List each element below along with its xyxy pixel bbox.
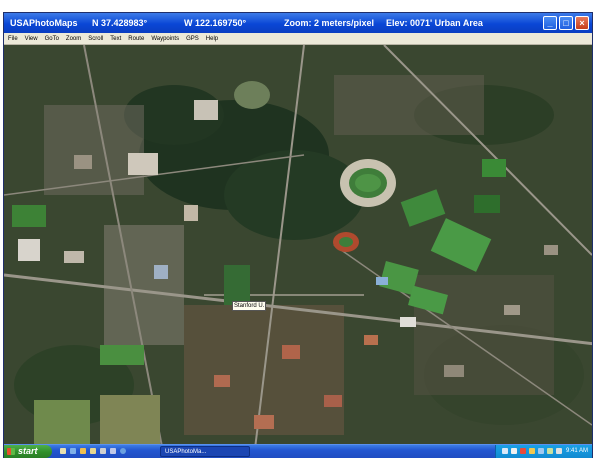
- menu-waypoints[interactable]: Waypoints: [151, 33, 179, 45]
- app-icon[interactable]: [110, 448, 116, 454]
- close-button[interactable]: ×: [575, 16, 589, 30]
- app-icon[interactable]: [547, 448, 553, 454]
- task-button-usaphotomaps[interactable]: USAPhotoMa...: [160, 446, 250, 457]
- app-window: USAPhotoMaps N 37.428983° W 122.169750° …: [4, 13, 592, 457]
- aerial-photo[interactable]: [4, 45, 592, 457]
- title-bar[interactable]: USAPhotoMaps N 37.428983° W 122.169750° …: [4, 13, 592, 33]
- menu-help[interactable]: Help: [206, 33, 218, 45]
- menu-goto[interactable]: GoTo: [45, 33, 59, 45]
- taskbar: start USAPhotoMa... 9:41 AM: [4, 444, 592, 458]
- elevation-readout: Elev: 0071' Urban Area: [386, 18, 483, 28]
- clock[interactable]: 9:41 AM: [566, 445, 588, 458]
- volume-icon[interactable]: [511, 448, 517, 454]
- latitude-readout: N 37.428983°: [92, 18, 148, 28]
- system-tray: 9:41 AM: [495, 445, 592, 458]
- app-icon[interactable]: [538, 448, 544, 454]
- windows-flag-icon: [7, 448, 15, 455]
- globe-icon[interactable]: [120, 448, 126, 454]
- menu-file[interactable]: File: [8, 33, 18, 45]
- media-icon[interactable]: [80, 448, 86, 454]
- maximize-button[interactable]: □: [559, 16, 573, 30]
- minimize-button[interactable]: _: [543, 16, 557, 30]
- zoom-readout: Zoom: 2 meters/pixel: [284, 18, 375, 28]
- menu-zoom[interactable]: Zoom: [66, 33, 81, 45]
- menu-scroll[interactable]: Scroll: [88, 33, 103, 45]
- start-label: start: [18, 446, 38, 456]
- menu-bar: File View GoTo Zoom Scroll Text Route Wa…: [4, 33, 592, 45]
- menu-gps[interactable]: GPS: [186, 33, 199, 45]
- security-icon[interactable]: [520, 448, 526, 454]
- app-icon[interactable]: [556, 448, 562, 454]
- longitude-readout: W 122.169750°: [184, 18, 247, 28]
- menu-route[interactable]: Route: [128, 33, 144, 45]
- aerial-map-view[interactable]: Stanford U.: [4, 45, 592, 457]
- place-label: Stanford U.: [232, 301, 267, 311]
- menu-text[interactable]: Text: [110, 33, 121, 45]
- start-button[interactable]: start: [4, 445, 52, 458]
- folder-icon[interactable]: [90, 448, 96, 454]
- network-icon[interactable]: [502, 448, 508, 454]
- app-icon[interactable]: [100, 448, 106, 454]
- update-icon[interactable]: [529, 448, 535, 454]
- browser-icon[interactable]: [70, 448, 76, 454]
- desktop-icon[interactable]: [60, 448, 66, 454]
- menu-view[interactable]: View: [25, 33, 38, 45]
- app-title: USAPhotoMaps: [10, 18, 78, 28]
